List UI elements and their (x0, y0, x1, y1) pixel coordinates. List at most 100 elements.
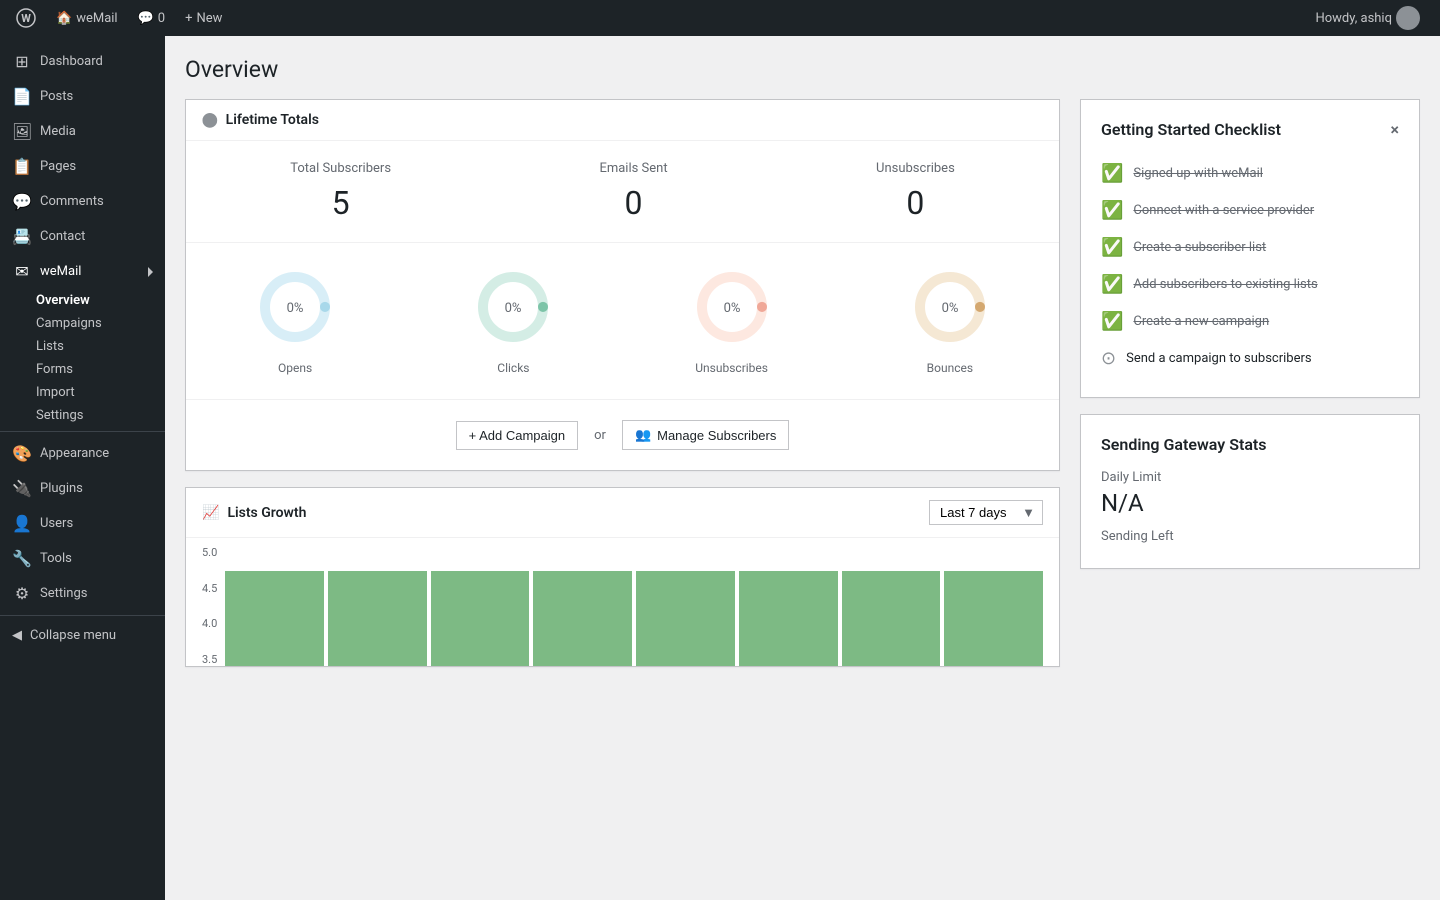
sidebar-item-appearance[interactable]: 🎨 Appearance (0, 436, 165, 471)
wp-logo-item[interactable]: W (8, 0, 44, 36)
bar-col-8 (944, 571, 1043, 666)
lifetime-totals-title: Lifetime Totals (226, 112, 319, 128)
sidebar-item-wemail[interactable]: ✉ weMail (0, 254, 165, 289)
sidebar-sub-campaigns[interactable]: Campaigns (0, 312, 165, 335)
sidebar-item-dashboard[interactable]: ⊞ Dashboard (0, 44, 165, 79)
gateway-title-text: Sending Gateway Stats (1101, 435, 1267, 454)
emails-sent: Emails Sent 0 (599, 161, 667, 222)
checklist-item-3: ✅ Create a subscriber list (1101, 229, 1399, 266)
sidebar-item-users[interactable]: 👤 Users (0, 506, 165, 541)
chart-area: 5.0 4.5 4.0 3.5 (202, 546, 1043, 666)
sidebar-label-users: Users (40, 516, 73, 531)
user-avatar (1396, 6, 1420, 30)
check-todo-icon-6: ⊙ (1101, 348, 1116, 369)
right-column: Getting Started Checklist × ✅ Signed up … (1080, 99, 1420, 683)
collapse-label: Collapse menu (30, 628, 116, 643)
lifetime-totals-card: ⬤ Lifetime Totals Total Subscribers 5 Em… (185, 99, 1060, 471)
unsubscribes-value: 0 (876, 184, 955, 222)
checklist-title-row: Getting Started Checklist × (1101, 120, 1399, 139)
bar-4 (533, 571, 632, 666)
sidebar-item-posts[interactable]: 📄 Posts (0, 79, 165, 114)
pages-icon: 📋 (12, 157, 32, 176)
svg-text:W: W (21, 12, 31, 25)
checklist-label-3: Create a subscriber list (1133, 240, 1266, 255)
total-subscribers: Total Subscribers 5 (290, 161, 391, 222)
bar-6 (739, 571, 838, 666)
action-row: + Add Campaign or 👥 Manage Subscribers (186, 400, 1059, 470)
sidebar-sub-forms[interactable]: Forms (0, 358, 165, 381)
add-campaign-button[interactable]: + Add Campaign (456, 421, 578, 450)
bar-chart-wrap: 5.0 4.5 4.0 3.5 (186, 538, 1059, 666)
main-content: Overview ⬤ Lifetime Totals Total Subscri… (165, 36, 1440, 900)
manage-subscribers-button[interactable]: 👥 Manage Subscribers (622, 420, 789, 450)
center-column: ⬤ Lifetime Totals Total Subscribers 5 Em… (185, 99, 1060, 683)
unsubscribes-label: Unsubscribes (876, 161, 955, 176)
clicks-chart: 0% (473, 267, 553, 347)
sidebar-item-media[interactable]: 🖼 Media (0, 114, 165, 149)
bar-chart (225, 546, 1043, 666)
sidebar-sub-lists[interactable]: Lists (0, 335, 165, 358)
sidebar-label-posts: Posts (40, 89, 73, 104)
unsubscribes-chart: 0% (692, 267, 772, 347)
howdy-section: Howdy, ashiq (1303, 6, 1432, 30)
site-name-item[interactable]: 🏠 weMail (48, 0, 126, 36)
bar-col-2 (328, 571, 427, 666)
sidebar-label-dashboard: Dashboard (40, 54, 103, 69)
check-done-icon-1: ✅ (1101, 163, 1123, 184)
totals-row: Total Subscribers 5 Emails Sent 0 Unsubs… (186, 141, 1059, 243)
sidebar-label-contact: Contact (40, 229, 85, 244)
checklist-card: Getting Started Checklist × ✅ Signed up … (1080, 99, 1420, 398)
media-icon: 🖼 (12, 122, 32, 141)
chart-icon: 📈 (202, 505, 219, 521)
sidebar-sub-settings[interactable]: Settings (0, 404, 165, 427)
comments-count: 0 (158, 11, 165, 26)
bar-col-7 (842, 571, 941, 666)
sidebar-item-settings[interactable]: ⚙ Settings (0, 576, 165, 611)
lifetime-totals-header: ⬤ Lifetime Totals (186, 100, 1059, 141)
gateway-title: Sending Gateway Stats (1101, 435, 1399, 454)
home-icon: 🏠 (56, 11, 72, 26)
bar-8 (944, 571, 1043, 666)
subscribers-label: Total Subscribers (290, 161, 391, 176)
admin-bar: W 🏠 weMail 💬 0 + New Howdy, ashiq (0, 0, 1440, 36)
check-done-icon-3: ✅ (1101, 237, 1123, 258)
sidebar-sub-overview[interactable]: Overview (0, 289, 165, 312)
dashboard-icon: ⊞ (12, 52, 32, 71)
check-done-icon-4: ✅ (1101, 274, 1123, 295)
pie-chart-icon: ⬤ (202, 112, 218, 128)
new-item[interactable]: + New (177, 0, 230, 36)
svg-text:0%: 0% (287, 301, 304, 316)
sidebar-divider-2 (0, 615, 165, 616)
bar-col-3 (431, 571, 530, 666)
tools-icon: 🔧 (12, 549, 32, 568)
wemail-arrow (148, 267, 153, 277)
checklist-label-2: Connect with a service provider (1133, 203, 1314, 218)
checklist-item-6: ⊙ Send a campaign to subscribers (1101, 340, 1399, 377)
sidebar-item-contact[interactable]: 📇 Contact (0, 219, 165, 254)
opens-label: Opens (255, 361, 335, 375)
collapse-icon: ◀ (12, 628, 22, 643)
unsubscribes-donut-label: Unsubscribes (692, 361, 772, 375)
y-axis: 5.0 4.5 4.0 3.5 (202, 546, 225, 666)
subscribers-icon: 👥 (635, 427, 651, 443)
svg-text:0%: 0% (941, 301, 958, 316)
layout: ⊞ Dashboard 📄 Posts 🖼 Media 📋 Pages 💬 Co… (0, 36, 1440, 900)
period-dropdown[interactable]: Last 7 days Last 30 days Last 90 days (929, 500, 1043, 525)
sidebar-item-plugins[interactable]: 🔌 Plugins (0, 471, 165, 506)
sidebar-item-pages[interactable]: 📋 Pages (0, 149, 165, 184)
sidebar-item-tools[interactable]: 🔧 Tools (0, 541, 165, 576)
sidebar-collapse[interactable]: ◀ Collapse menu (0, 620, 165, 651)
bar-3 (431, 571, 530, 666)
opens-chart: 0% (255, 267, 335, 347)
comments-item[interactable]: 💬 0 (130, 0, 174, 36)
sidebar-label-comments: Comments (40, 194, 104, 209)
sidebar-item-comments[interactable]: 💬 Comments (0, 184, 165, 219)
bar-1 (225, 571, 324, 666)
checklist-item-1: ✅ Signed up with weMail (1101, 155, 1399, 192)
chart-title: 📈 Lists Growth (202, 505, 306, 521)
wp-logo-icon: W (16, 8, 36, 28)
checklist-label-6: Send a campaign to subscribers (1126, 351, 1312, 366)
bounces-chart: 0% (910, 267, 990, 347)
sidebar-sub-import[interactable]: Import (0, 381, 165, 404)
checklist-close-button[interactable]: × (1391, 120, 1400, 139)
